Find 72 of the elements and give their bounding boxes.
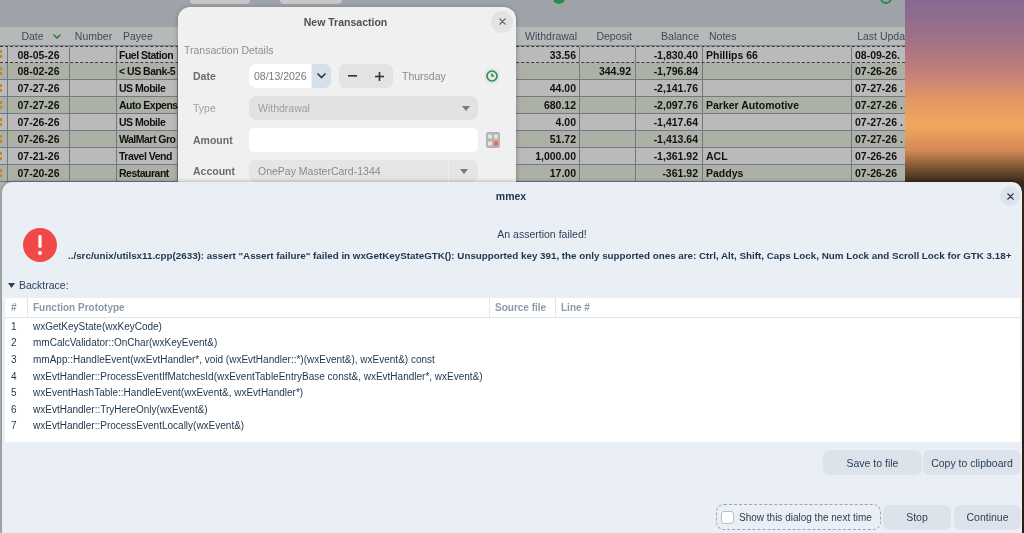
dialog-title: New Transaction: [303, 15, 388, 28]
table-cell: 07-26-26: [855, 150, 898, 162]
table-cell: 07-20-26: [17, 167, 60, 179]
table-cell: 08-02-26: [17, 65, 60, 77]
table-cell: -1,361.92: [653, 150, 698, 162]
table-cell: 6: [11, 403, 17, 415]
table-cell: mmCalcValidator::OnChar(wxKeyEvent&): [33, 337, 218, 349]
table-cell: Restaurant: [119, 167, 169, 179]
weekday-label: Thursday: [402, 70, 446, 82]
table-cell: wxEvtHandler::ProcessEventIfMatchesId(wxEventTableEntryBase const&, wxEvtHandler*, wxEvent&): [33, 370, 483, 382]
table-cell: Fuel Station: [119, 48, 174, 61]
table-cell: US Mobile: [119, 82, 166, 94]
table-cell: Auto Expens: [119, 99, 178, 111]
error-message: ../src/unix/utilsx11.cpp(2633): assert "Assert failure" failed in wxGetKeyStateGTK(): Unsupported key 391, the only supported ones are: Ctrl, Alt, Shift, Caps Lock, Num Lock and Scroll Lock for GTK 3.18+: [68, 249, 1012, 263]
table-cell: 07-27-26: [17, 99, 60, 111]
table-cell: 51.72: [549, 133, 576, 145]
table-cell: -1,830.40: [653, 48, 698, 61]
table-cell: 07-27-26 .: [855, 116, 903, 128]
table-cell: 5: [11, 387, 17, 399]
section-label: Transaction Details: [184, 44, 274, 56]
table-cell: -1,413.64: [653, 133, 698, 145]
column-header: Line #: [560, 301, 591, 315]
dialog-heading: An assertion failed!: [497, 227, 587, 241]
column-header: Source file: [490, 298, 556, 317]
table-cell: 4.00: [555, 116, 576, 128]
table-cell: WalMart Gro: [119, 133, 176, 145]
table-cell: 07-26-26: [855, 65, 898, 77]
table-cell: 07-26-26: [855, 167, 898, 179]
table-cell: 2: [11, 337, 17, 349]
table-cell: wxEvtHandler::ProcessEventLocally(wxEvent&): [33, 420, 245, 432]
table-cell: wxEvtHandler::TryHereOnly(wxEvent&): [33, 403, 208, 415]
table-cell: -361.92: [662, 167, 698, 179]
dialog-title: mmex: [495, 190, 527, 202]
table-cell: wxGetKeyState(wxKeyCode): [33, 320, 162, 332]
table-cell: 1: [11, 320, 17, 332]
table-cell: 07-27-26 .: [855, 82, 903, 94]
table-cell: 08-09-26.: [855, 48, 900, 61]
table-cell: Phillips 66: [706, 48, 758, 61]
field-label: Amount: [193, 134, 233, 146]
table-cell: 08-05-26: [17, 48, 60, 61]
table-cell: -1,417.64: [653, 116, 698, 128]
table-cell: -2,141.76: [653, 82, 698, 94]
table-cell: 07-21-26: [17, 150, 60, 162]
table-cell: Travel Vend: [119, 150, 172, 162]
table-cell: 44.00: [549, 82, 576, 94]
field-label: Account: [193, 165, 235, 177]
table-cell: 7: [11, 420, 17, 432]
table-cell: Paddys: [706, 167, 744, 179]
field-label: Type: [193, 102, 216, 114]
table-cell: < US Bank-5: [119, 65, 176, 77]
table-cell: wxEventHashTable::HandleEvent(wxEvent&, wxEvtHandler*): [33, 387, 304, 399]
column-header: #: [5, 298, 28, 317]
table-cell: 680.12: [543, 99, 576, 111]
table-cell: mmApp::HandleEvent(wxEvtHandler*, void (wxEvtHandler::*)(wxEvent&), wxEvent&) const: [33, 354, 435, 365]
table-cell: 07-27-26 .: [855, 99, 903, 111]
table-cell: 07-27-26: [17, 82, 60, 94]
table-cell: 33.56: [549, 48, 576, 61]
table-cell: ACL: [706, 150, 728, 162]
table-cell: -1,796.84: [653, 65, 698, 77]
table-cell: US Mobile: [119, 116, 166, 128]
table-cell: -2,097.76: [653, 99, 698, 111]
table-cell: 07-27-26 .: [855, 133, 903, 145]
table-cell: 1,000.00: [535, 150, 576, 162]
column-header: Function Prototype: [28, 298, 490, 317]
table-cell: Parker Automotive: [706, 99, 799, 111]
table-cell: 3: [11, 354, 17, 365]
table-cell: 344.92: [598, 65, 631, 77]
table-cell: 07-26-26: [17, 133, 60, 145]
table-cell: 17.00: [549, 167, 576, 179]
table-cell: 4: [11, 370, 17, 382]
field-label: Date: [193, 70, 216, 82]
table-cell: 07-26-26: [17, 116, 60, 128]
